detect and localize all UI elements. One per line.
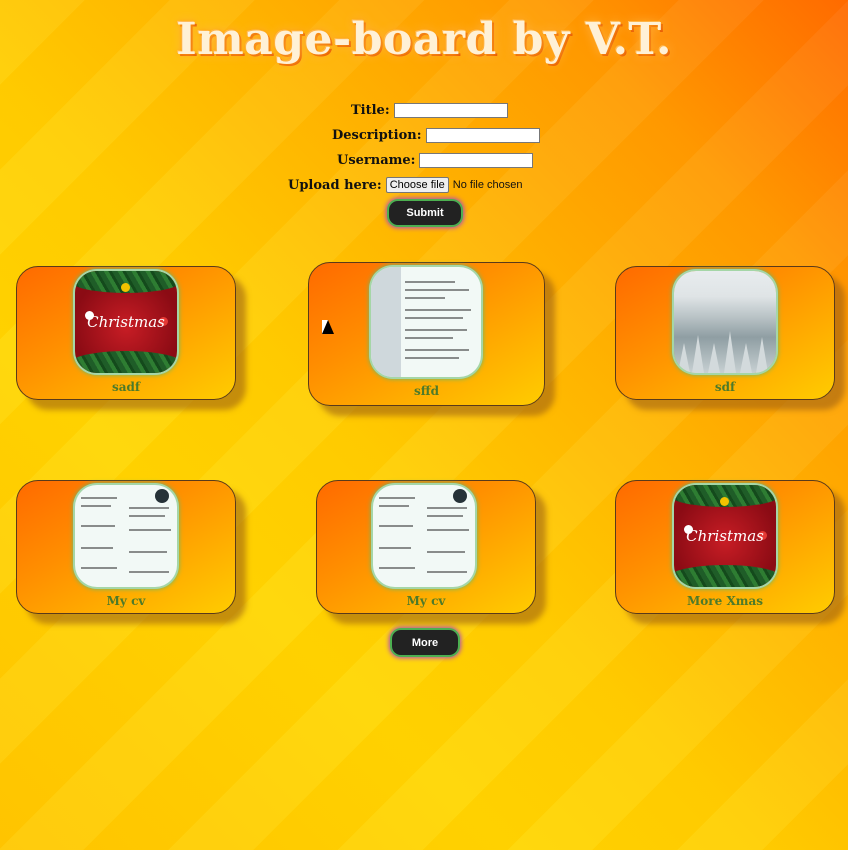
- title-label: Title:: [351, 102, 390, 118]
- image-card[interactable]: Christmas sadf: [16, 266, 236, 400]
- image-card[interactable]: sffd: [308, 262, 545, 406]
- image-card[interactable]: Christmas More Xmas: [615, 480, 835, 614]
- username-row: Username:: [337, 150, 534, 170]
- username-input[interactable]: [419, 152, 534, 168]
- image-card[interactable]: sdf: [615, 266, 835, 400]
- submit-button[interactable]: Submit: [389, 201, 461, 225]
- card-caption: My cv: [106, 594, 146, 608]
- card-image[interactable]: [371, 267, 481, 377]
- card-caption: sdf: [714, 380, 736, 394]
- username-label: Username:: [337, 152, 416, 168]
- title-row: Title:: [351, 100, 508, 120]
- description-input[interactable]: [425, 127, 540, 143]
- description-row: Description:: [332, 125, 540, 145]
- file-status: No file chosen: [452, 179, 523, 191]
- upload-row: Upload here: Choose file No file chosen: [288, 175, 522, 195]
- card-image[interactable]: [373, 485, 475, 587]
- card-caption: sffd: [414, 384, 439, 398]
- image-card[interactable]: My cv: [16, 480, 236, 614]
- card-image[interactable]: Christmas: [75, 271, 177, 373]
- mouse-cursor-icon: [322, 320, 334, 334]
- card-image[interactable]: Christmas: [674, 485, 776, 587]
- card-image[interactable]: [75, 485, 177, 587]
- card-caption: My cv: [406, 594, 446, 608]
- card-image[interactable]: [674, 271, 776, 373]
- image-card[interactable]: My cv: [316, 480, 536, 614]
- christmas-text-graphic: Christmas: [87, 313, 165, 331]
- page-title: Image-board by V.T.: [176, 14, 672, 65]
- choose-file-button[interactable]: Choose file: [385, 177, 449, 193]
- card-caption: sadf: [111, 380, 141, 394]
- christmas-text-graphic: Christmas: [686, 527, 764, 545]
- description-label: Description:: [332, 127, 422, 143]
- upload-label: Upload here:: [288, 177, 382, 193]
- more-button[interactable]: More: [392, 630, 458, 655]
- title-input[interactable]: [393, 102, 508, 118]
- card-caption: More Xmas: [687, 594, 763, 608]
